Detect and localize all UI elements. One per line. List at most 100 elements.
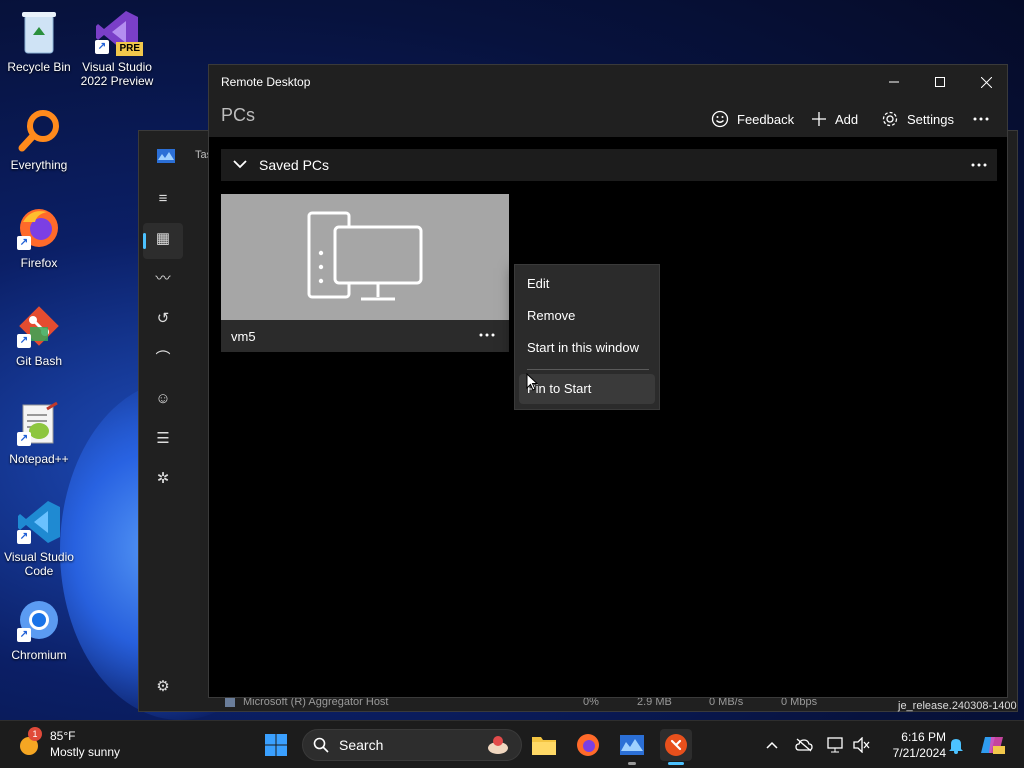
desktop-icon-label: Visual Studio Code (4, 550, 74, 578)
remote-desktop-icon (665, 734, 687, 756)
weather-temp: 85°F (50, 729, 76, 743)
maximize-button[interactable] (917, 65, 963, 99)
feedback-button[interactable]: Feedback (711, 108, 794, 130)
notifications-button[interactable] (946, 735, 966, 755)
page-header: PCs Feedback Add Settings (209, 99, 1007, 137)
pc-icon (307, 211, 423, 301)
maximize-icon (935, 77, 945, 87)
startup-apps-icon[interactable]: ⌒ (153, 349, 173, 369)
desktop-icon-label: Firefox (20, 256, 58, 270)
minimize-button[interactable] (871, 65, 917, 99)
bell-icon (949, 739, 963, 754)
chevron-down-icon[interactable] (233, 159, 247, 169)
onedrive-tray[interactable] (794, 735, 814, 755)
everything-search-icon (15, 106, 63, 154)
notepad-plus-plus-icon: ↗ (15, 400, 63, 448)
taskbar-file-explorer[interactable] (528, 729, 560, 761)
pre-badge: PRE (116, 42, 143, 56)
more-options-button[interactable] (973, 108, 989, 130)
task-manager-icon (620, 735, 644, 755)
taskbar-search[interactable]: Search (302, 729, 522, 761)
close-icon (980, 76, 992, 88)
menu-item-pin-to-start[interactable]: Pin to Start (519, 374, 655, 404)
close-button[interactable] (963, 65, 1009, 99)
firefox-icon: ↗ (15, 204, 63, 252)
details-icon[interactable]: ☰ (153, 429, 173, 449)
desktop-icon-visual-studio-preview[interactable]: PRE ↗ Visual Studio 2022 Preview (79, 8, 155, 88)
desktop-icon-everything[interactable]: Everything (1, 106, 77, 172)
desktop-icon-vscode[interactable]: ↗ Visual Studio Code (1, 498, 77, 578)
users-icon[interactable]: ☺ (153, 389, 173, 409)
start-button[interactable] (260, 729, 292, 761)
cloud-off-icon (795, 738, 813, 752)
desktop-icon-recycle-bin[interactable]: Recycle Bin (1, 8, 77, 74)
window-title: Remote Desktop (221, 75, 311, 89)
services-icon[interactable]: ✲ (153, 469, 173, 489)
show-hidden-icons-button[interactable] (762, 735, 782, 755)
menu-item-edit[interactable]: Edit (519, 269, 655, 299)
add-button[interactable]: Add (811, 108, 858, 130)
copilot-button[interactable] (980, 735, 1006, 755)
task-manager-nav-rail: ≡ ▦ 〰 ↺ ⌒ ☺ ☰ ✲ ⚙ (139, 131, 187, 711)
clock-time: 6:16 PM (901, 730, 946, 744)
firefox-icon (577, 734, 599, 756)
desktop-icon-firefox[interactable]: ↗ Firefox (1, 204, 77, 270)
weather-widget[interactable]: 1 (16, 727, 44, 759)
saved-pcs-group-header[interactable]: Saved PCs (221, 149, 997, 181)
shortcut-arrow-icon: ↗ (17, 530, 31, 544)
vscode-icon: ↗ (15, 498, 63, 546)
menu-item-start-in-window[interactable]: Start in this window (519, 333, 655, 363)
taskbar-firefox[interactable] (572, 729, 604, 761)
copilot-preview-icon (981, 737, 1005, 754)
group-label: Saved PCs (259, 157, 330, 173)
settings-icon[interactable]: ⚙ (153, 677, 173, 697)
add-label: Add (835, 111, 859, 127)
process-icon (225, 697, 235, 707)
pc-more-button[interactable] (479, 324, 503, 346)
title-bar[interactable]: Remote Desktop (209, 65, 1007, 99)
desktop-icon-notepad-plus-plus[interactable]: ↗ Notepad++ (1, 400, 77, 466)
build-watermark: je_release.240308-1400 (898, 700, 1017, 712)
chromium-icon: ↗ (15, 596, 63, 644)
app-history-icon[interactable]: ↺ (153, 309, 173, 329)
menu-item-remove[interactable]: Remove (519, 301, 655, 331)
network-monitor-icon (827, 737, 843, 753)
ellipsis-icon (973, 117, 989, 121)
active-indicator (668, 762, 684, 765)
clock-date: 7/21/2024 (892, 746, 946, 760)
pc-thumbnail (221, 194, 509, 320)
search-placeholder: Search (339, 737, 384, 753)
system-clock[interactable]: 6:16 PM 7/21/2024 (880, 729, 946, 761)
chevron-up-icon (766, 741, 778, 749)
desktop-icon-label: Everything (10, 158, 68, 172)
plus-icon (812, 112, 826, 126)
volume-tray[interactable] (852, 735, 872, 755)
settings-label: Settings (907, 111, 954, 127)
desktop-icon-chromium[interactable]: ↗ Chromium (1, 596, 77, 662)
search-highlight-icon (488, 736, 508, 754)
recycle-bin-icon (15, 8, 63, 56)
hamburger-icon[interactable]: ≡ (153, 189, 173, 209)
desktop-icon-label: Visual Studio 2022 Preview (80, 60, 154, 88)
taskbar-remote-desktop[interactable] (660, 729, 692, 761)
shortcut-arrow-icon: ↗ (17, 432, 31, 446)
desktop-icon-git-bash[interactable]: ↗ Git Bash (1, 302, 77, 368)
git-bash-icon: ↗ (15, 302, 63, 350)
taskbar-task-manager[interactable] (616, 729, 648, 761)
group-ellipsis-icon[interactable] (971, 163, 987, 167)
ellipsis-icon (479, 333, 495, 337)
weather-badge: 1 (28, 727, 42, 741)
settings-button[interactable]: Settings (881, 108, 954, 130)
desktop-icon-label: Git Bash (15, 354, 63, 368)
performance-icon[interactable]: 〰 (153, 269, 173, 289)
feedback-label: Feedback (737, 111, 795, 127)
search-icon (313, 737, 329, 753)
remote-desktop-window[interactable]: Remote Desktop PCs Feedback Add Settings (208, 64, 1008, 698)
desktop-icon-label: Chromium (11, 648, 67, 662)
network-tray[interactable] (826, 735, 846, 755)
processes-icon[interactable]: ▦ (153, 229, 173, 249)
weather-desc: Mostly sunny (50, 745, 121, 759)
desktop-icon-label: Notepad++ (9, 452, 69, 466)
pc-name: vm5 (231, 329, 256, 344)
pc-tile[interactable]: vm5 (221, 194, 509, 352)
